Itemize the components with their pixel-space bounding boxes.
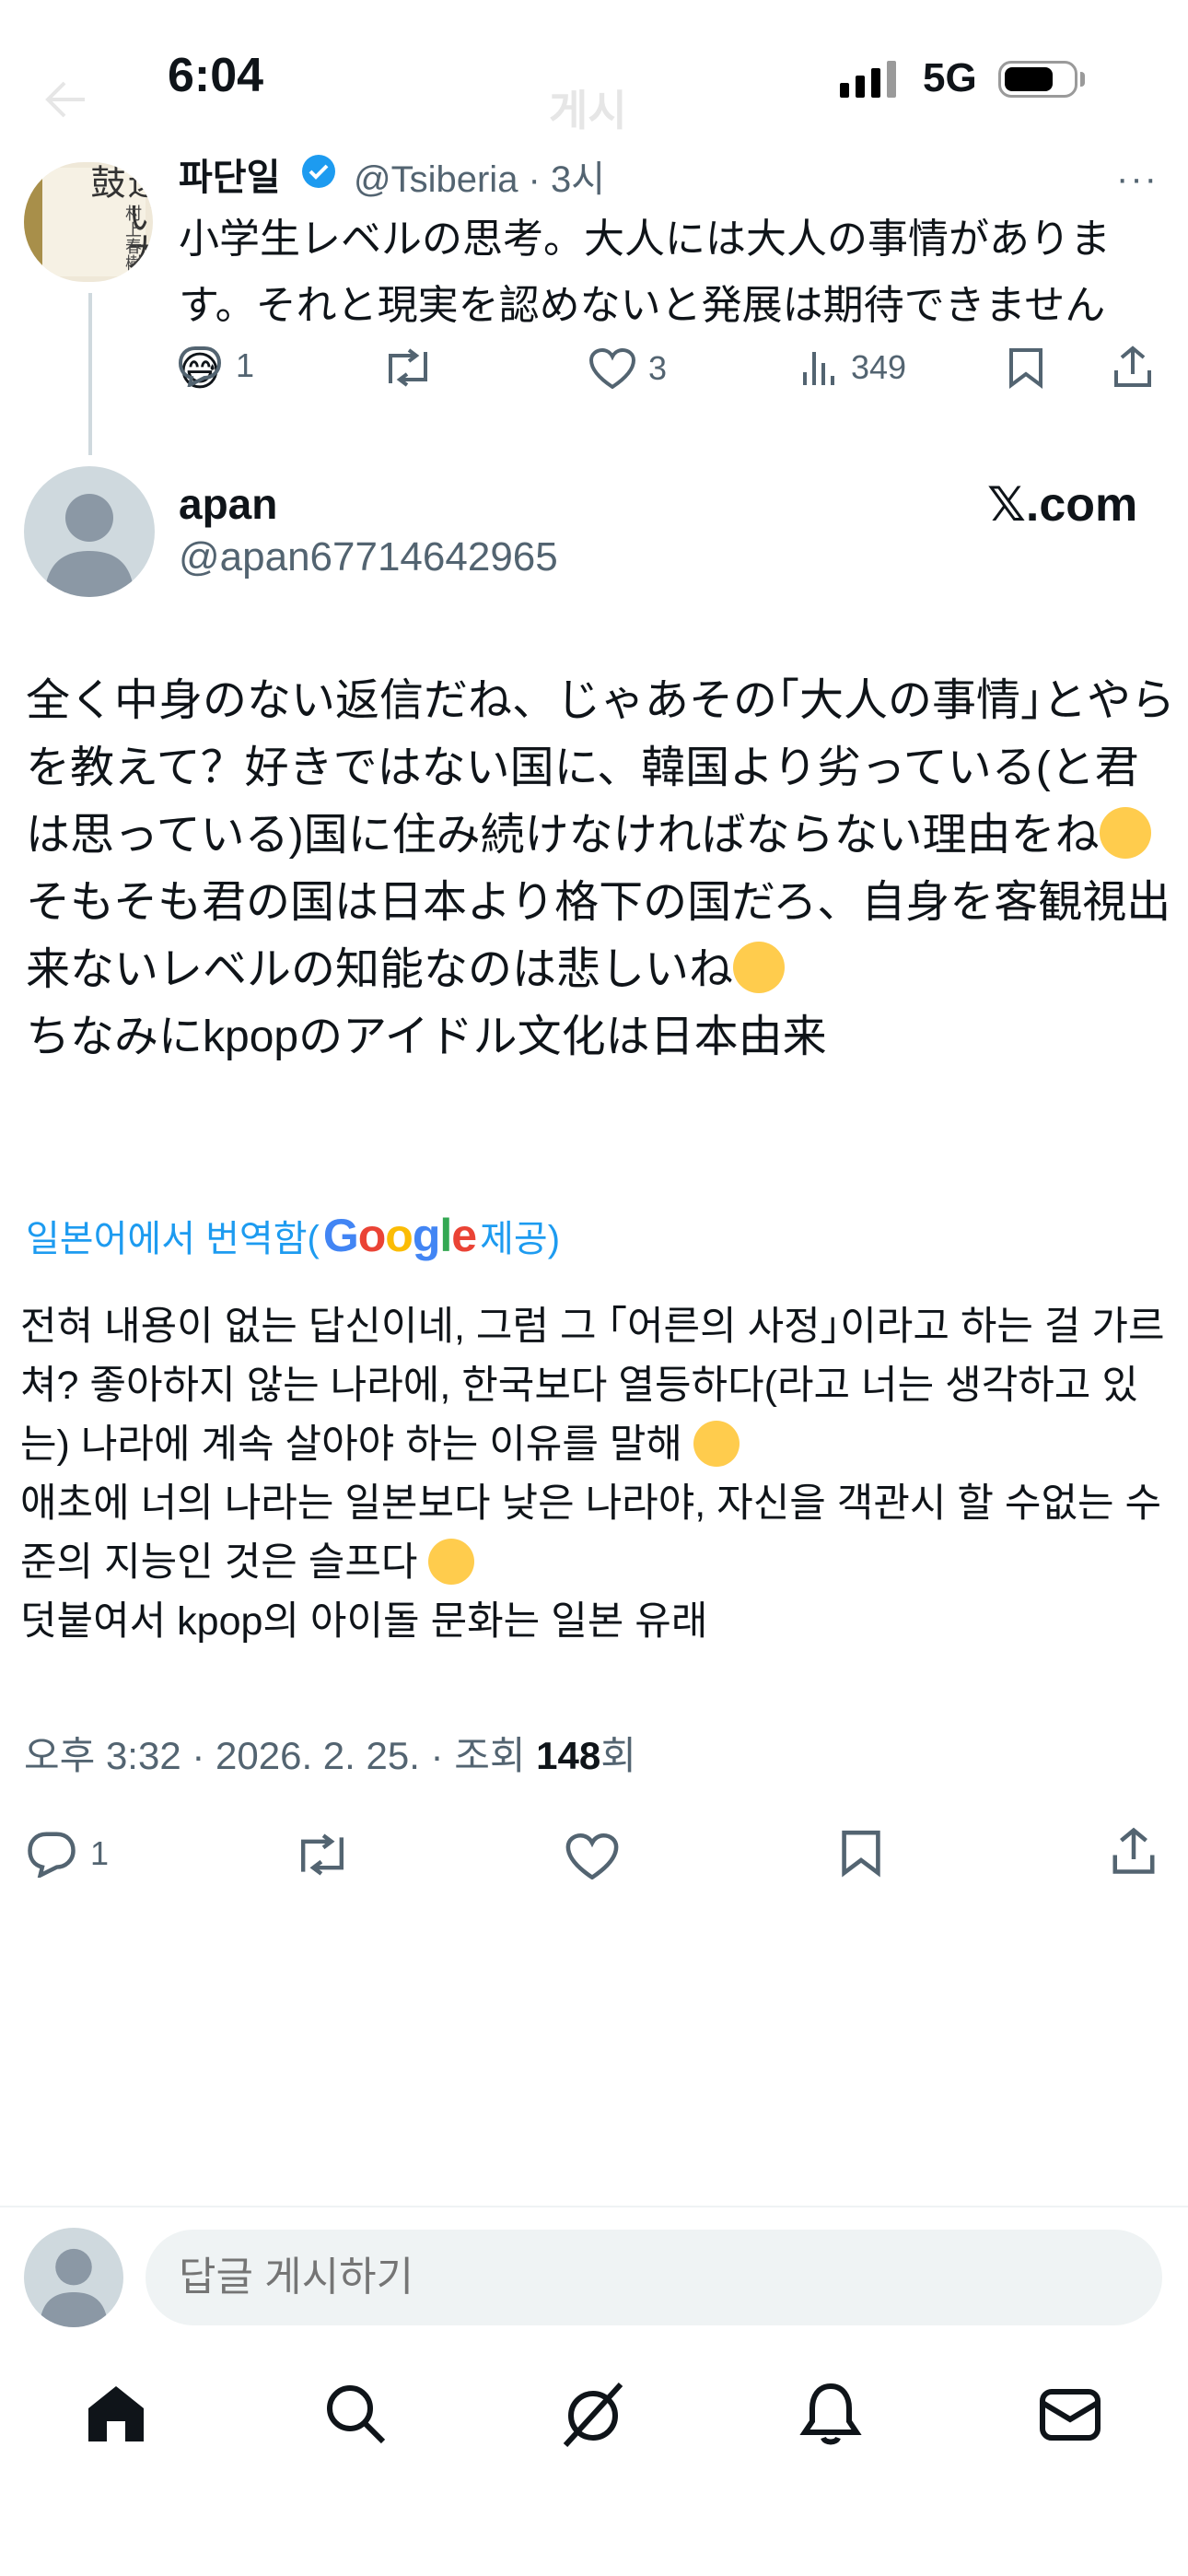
main-bookmark-button[interactable] [840,1828,882,1878]
main-reply-count: 1 [90,1834,110,1872]
more-options-icon[interactable]: ··· [1116,158,1159,200]
lying-face-emoji-icon [428,1539,475,1585]
reply-icon [178,346,222,387]
views-icon [803,352,834,385]
main-repost-button[interactable] [293,1833,352,1876]
search-icon[interactable] [322,2381,389,2447]
tweet-text-line-2: そもそも君の国は日本より格下の国だろ、自身を客観視出来ないレベルの知能なのは悲し… [26,878,1171,994]
my-avatar[interactable] [24,2228,123,2327]
parent-display-name[interactable]: 파단일 [179,147,280,201]
main-display-name[interactable]: apan [179,479,277,529]
parent-reply-count: 1 [236,346,255,384]
parent-share-button[interactable] [1112,345,1153,389]
main-tweet-text: 全く中身のない返信だね、じゃあその｢大人の事情｣とやらを教えて？好きではない国に… [26,667,1177,1071]
tweet-text-line-3: ちなみにkpopのアイドル文化は日本由来 [26,1013,827,1061]
grok-icon[interactable] [560,2381,626,2448]
bookmark-icon [842,1830,880,1878]
heart-icon [565,1833,619,1879]
thread-line [88,293,92,455]
header-title: 게시 [549,87,627,135]
share-icon [1114,345,1151,387]
parent-bookmark-button[interactable] [1007,346,1044,389]
signal-icon [840,61,896,98]
network-label: 5G [923,55,977,100]
main-like-button[interactable] [565,1833,619,1879]
translation-label[interactable]: 일본어에서 번역함( Google 제공) [26,1209,560,1262]
parent-view-count: 349 [851,348,907,386]
parent-views-button[interactable]: 349 [801,348,906,387]
main-share-button[interactable] [1111,1826,1157,1876]
google-logo: Google [322,1210,477,1261]
main-handle[interactable]: @apan67714642965 [179,534,558,580]
share-icon [1112,1827,1155,1874]
lying-face-emoji-icon [1099,807,1151,859]
home-icon[interactable] [83,2381,149,2447]
parent-like-button[interactable]: 3 [589,348,667,389]
messages-icon[interactable] [1037,2381,1103,2447]
repost-icon [301,1833,344,1876]
divider [0,2206,1188,2207]
parent-handle-time[interactable]: @Tsiberia · 3시 [354,149,605,203]
lying-face-emoji-icon [693,1421,740,1467]
battery-tip [1080,72,1085,87]
status-time: 6:04 [168,49,264,102]
verified-badge-icon [300,153,337,190]
source-label: 𝕏.com [987,478,1138,532]
tweet-meta: 오후 3:32 · 2026. 2. 25. · 조회 148회 [24,1734,636,1777]
parent-reply-button[interactable]: 1 [177,345,254,387]
parent-avatar[interactable]: 遠い太鼓 村上春樹 [24,162,153,282]
back-arrow-icon[interactable] [42,79,88,124]
parent-repost-button[interactable] [381,348,435,387]
view-count: 148 [536,1734,601,1777]
notifications-icon[interactable] [798,2381,864,2447]
repost-icon [389,348,427,387]
reply-icon [28,1832,76,1878]
reply-input[interactable] [146,2230,1162,2325]
translated-text: 전혀 내용이 없는 답신이네, 그럼 그 ｢어른의 사정｣이라고 하는 걸 가르… [20,1305,1165,1644]
main-reply-button[interactable]: 1 [26,1830,109,1878]
main-avatar[interactable] [24,466,155,597]
tweet-text-line-1: 全く中身のない返信だね、じゃあその｢大人の事情｣とやらを教えて？好きではない国に… [26,676,1176,860]
battery-icon [998,61,1077,98]
parent-like-count: 3 [648,349,668,387]
lying-face-emoji-icon [733,942,786,993]
bookmark-icon [1009,348,1042,389]
heart-icon [589,348,635,389]
